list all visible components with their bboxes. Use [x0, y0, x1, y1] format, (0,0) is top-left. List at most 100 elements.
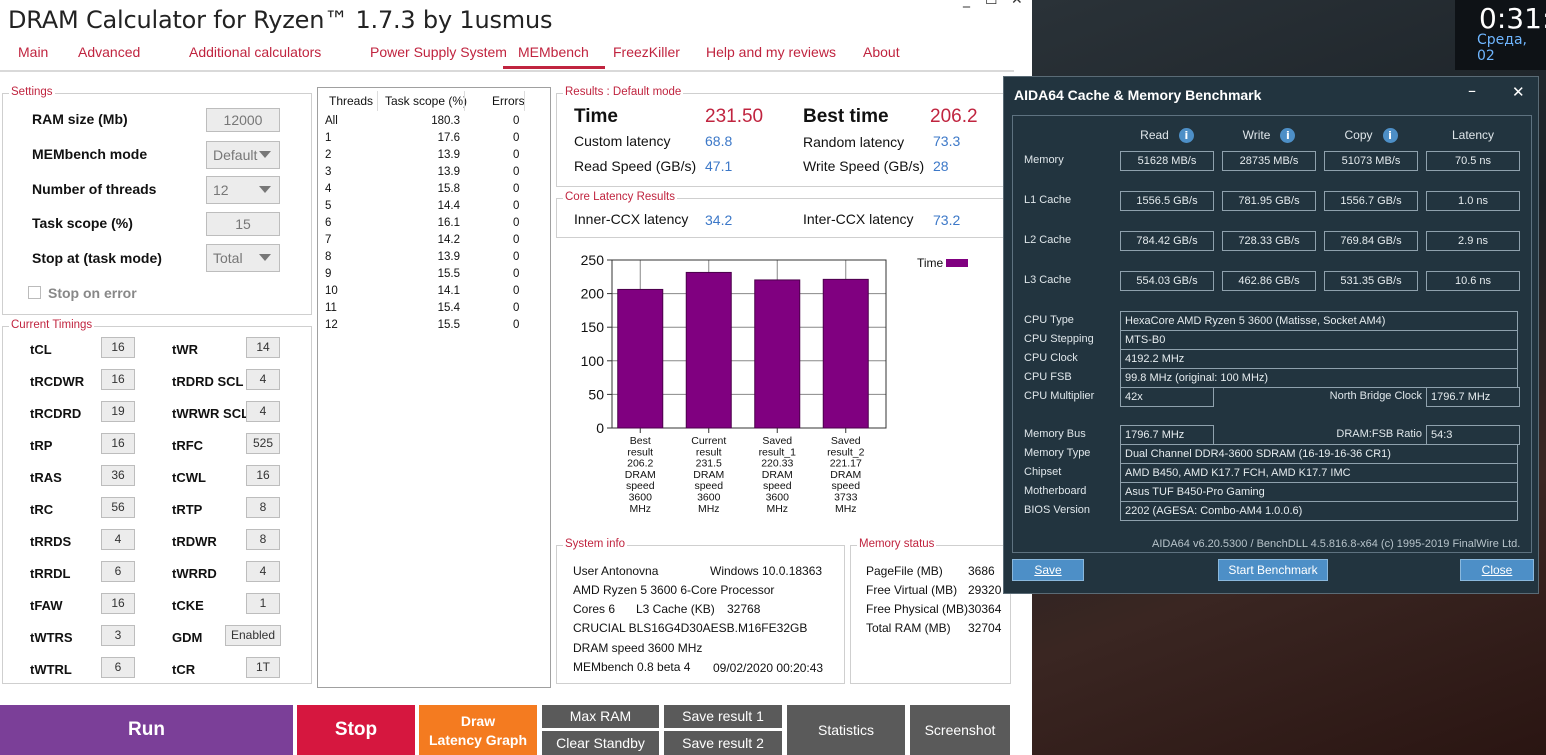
timing-value[interactable]: 56	[101, 497, 135, 518]
membench-mode-select[interactable]: Default	[206, 141, 280, 169]
timing-value[interactable]: 4	[246, 561, 280, 582]
task-scope-cell: 13.9	[437, 149, 460, 161]
system-info-group-label: System info	[563, 538, 628, 550]
timing-value[interactable]: Enabled	[225, 625, 281, 646]
close-button[interactable]: ✕	[1011, 0, 1023, 8]
timing-value[interactable]: 14	[246, 337, 280, 358]
aida-minimize-button[interactable]: –	[1468, 81, 1476, 100]
random-latency-value: 73.3	[933, 133, 961, 149]
x-tick-label: result_1	[759, 446, 797, 458]
run-button[interactable]: Run	[0, 705, 293, 755]
latency-value: 70.5 ns	[1426, 151, 1520, 171]
task-scope-cell: 14.1	[437, 285, 460, 297]
aida-footer: AIDA64 v6.20.5300 / BenchDLL 4.5.816.8-x…	[1152, 538, 1521, 550]
timing-value[interactable]: 8	[246, 497, 280, 518]
tab-power-supply-system[interactable]: Power Supply System	[370, 44, 507, 60]
screenshot-button[interactable]: Screenshot	[910, 705, 1010, 755]
table-row: 2 13.9 0	[318, 149, 552, 166]
timing-value[interactable]: 1	[246, 593, 280, 614]
latency-value: 10.6 ns	[1426, 271, 1520, 291]
taskbar-clock[interactable]: 0:31:2 Среда, 02	[1455, 0, 1546, 70]
task-scope-cell: 13.9	[437, 251, 460, 263]
timing-label: tRDWR	[172, 534, 217, 549]
clear-standby-button[interactable]: Clear Standby	[542, 731, 659, 755]
mobo-value: Asus TUF B450-Pro Gaming	[1120, 482, 1518, 502]
timing-value[interactable]: 16	[101, 337, 135, 358]
stop-on-error-checkbox[interactable]	[28, 286, 41, 299]
timing-value[interactable]: 16	[101, 593, 135, 614]
save-result-2-button[interactable]: Save result 2	[664, 731, 782, 755]
timings-group-label: Current Timings	[9, 319, 95, 331]
save-result-1-button[interactable]: Save result 1	[664, 705, 782, 728]
x-tick-label: DRAM	[830, 469, 861, 481]
timing-value[interactable]: 36	[101, 465, 135, 486]
cpu-clock-value: 4192.2 MHz	[1120, 349, 1518, 369]
maximize-button[interactable]: ☐	[985, 0, 998, 8]
timing-value[interactable]: 6	[101, 657, 135, 678]
latency-value: 2.9 ns	[1426, 231, 1520, 251]
aida-row-label: L2 Cache	[1024, 234, 1072, 246]
table-row: 5 14.4 0	[318, 200, 552, 217]
thread-cell: 9	[325, 268, 332, 280]
x-tick-label: 231.5	[696, 458, 722, 470]
info-icon[interactable]: i	[1382, 128, 1398, 144]
tab-additional-calculators[interactable]: Additional calculators	[189, 44, 321, 60]
tab-membench[interactable]: MEMbench	[503, 44, 605, 69]
minimize-button[interactable]: _	[963, 0, 970, 8]
statistics-button[interactable]: Statistics	[787, 705, 905, 755]
task-scope-cell: 14.4	[437, 200, 460, 212]
stop-at-select[interactable]: Total	[206, 244, 280, 272]
errors-cell: 0	[513, 183, 520, 195]
stop-button[interactable]: Stop	[297, 705, 415, 755]
tab-about[interactable]: About	[863, 44, 900, 60]
errors-column-header: Errors	[492, 94, 525, 108]
mem-type-value: Dual Channel DDR4-3600 SDRAM (16-19-16-3…	[1120, 444, 1518, 464]
x-tick-label: 3733	[834, 492, 858, 504]
x-tick-label: 206.2	[627, 458, 653, 470]
read-header-text: Read	[1140, 128, 1169, 142]
info-icon[interactable]: i	[1178, 128, 1194, 144]
cpu-fsb-value: 99.8 MHz (original: 100 MHz)	[1120, 368, 1518, 388]
copy-value: 1556.7 GB/s	[1324, 191, 1418, 211]
timing-value[interactable]: 16	[101, 369, 135, 390]
timing-value[interactable]: 4	[246, 369, 280, 390]
threads-select[interactable]: 12	[206, 176, 280, 204]
timing-value[interactable]: 8	[246, 529, 280, 550]
task-scope-input[interactable]: 15	[206, 212, 280, 236]
aida-close-dialog-button[interactable]: Close	[1460, 559, 1534, 581]
clock-time: 0:31:2	[1479, 2, 1546, 35]
aida-close-button[interactable]: ✕	[1512, 83, 1525, 101]
inner-ccx-label: Inner-CCX latency	[574, 211, 689, 227]
timing-value[interactable]: 16	[246, 465, 280, 486]
tab-freezkiller[interactable]: FreezKiller	[613, 44, 680, 60]
task-scope-cell: 13.9	[437, 166, 460, 178]
errors-cell: 0	[513, 132, 520, 144]
write-value: 728.33 GB/s	[1222, 231, 1316, 251]
custom-latency-value: 68.8	[705, 133, 733, 149]
timing-value[interactable]: 16	[101, 433, 135, 454]
timing-value[interactable]: 4	[101, 529, 135, 550]
timing-value[interactable]: 4	[246, 401, 280, 422]
tab-advanced[interactable]: Advanced	[78, 44, 140, 60]
nb-clock-label: North Bridge Clock	[1329, 390, 1422, 402]
threads-label: Number of threads	[32, 181, 157, 197]
stop-on-error-label: Stop on error	[48, 285, 137, 301]
timing-value[interactable]: 6	[101, 561, 135, 582]
latency-header-text: Latency	[1451, 128, 1495, 142]
draw-latency-graph-button[interactable]: Draw Latency Graph	[419, 705, 537, 755]
aida-save-button[interactable]: Save	[1012, 559, 1084, 581]
max-ram-button[interactable]: Max RAM	[542, 705, 659, 728]
x-tick-label: 3600	[629, 492, 653, 504]
start-benchmark-button[interactable]: Start Benchmark	[1218, 559, 1328, 581]
tab-main[interactable]: Main	[18, 44, 48, 60]
timing-value[interactable]: 525	[246, 433, 280, 454]
tab-help-and-reviews[interactable]: Help and my reviews	[706, 44, 836, 60]
x-tick-label: result_2	[827, 446, 865, 458]
timing-value[interactable]: 3	[101, 625, 135, 646]
timing-value[interactable]: 1T	[246, 657, 280, 678]
x-tick-label: DRAM	[762, 469, 793, 481]
info-icon[interactable]: i	[1280, 128, 1296, 144]
ram-size-input[interactable]: 12000	[206, 108, 280, 132]
timing-value[interactable]: 19	[101, 401, 135, 422]
task-scope-cell: 15.5	[437, 268, 460, 280]
